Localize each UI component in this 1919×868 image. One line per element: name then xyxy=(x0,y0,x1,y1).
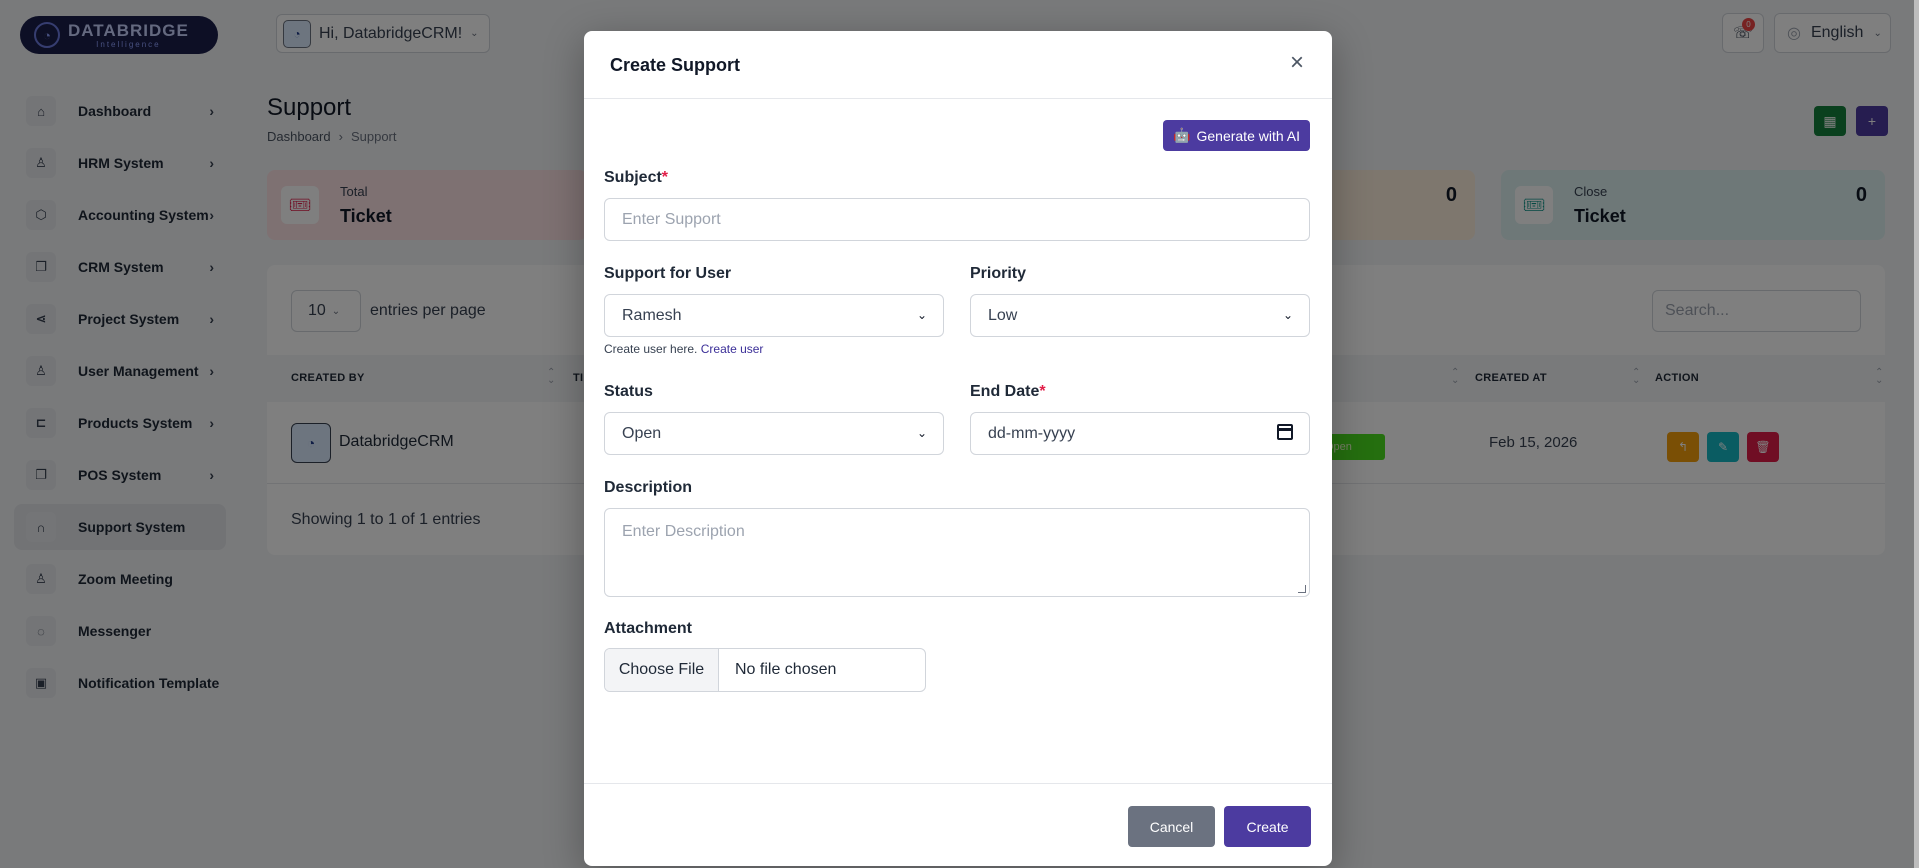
choose-file-button[interactable]: Choose File xyxy=(605,649,719,691)
modal-title: Create Support xyxy=(610,55,741,75)
description-textarea[interactable]: Enter Description xyxy=(604,508,1310,597)
end-date-label: End Date* xyxy=(970,383,1046,400)
description-label: Description xyxy=(604,479,693,496)
status-value: Open xyxy=(622,424,662,442)
subject-label: Subject* xyxy=(604,169,669,186)
support-user-label: Support for User xyxy=(604,265,732,282)
resize-handle[interactable] xyxy=(1298,585,1306,593)
end-date-placeholder: dd-mm-yyyy xyxy=(988,424,1076,442)
chevron-down-icon: ⌄ xyxy=(1282,308,1293,322)
subject-input[interactable]: Enter Support xyxy=(604,198,1310,241)
status-label: Status xyxy=(604,383,653,400)
robot-icon: 🤖 xyxy=(1173,127,1191,143)
support-user-select[interactable]: Ramesh ⌄ xyxy=(604,294,944,337)
calendar-icon[interactable] xyxy=(1277,424,1293,440)
chevron-down-icon: ⌄ xyxy=(916,308,927,322)
modal-footer: Cancel Create xyxy=(584,783,1332,866)
create-button[interactable]: Create xyxy=(1224,806,1311,847)
description-placeholder: Enter Description xyxy=(622,523,745,540)
cancel-button[interactable]: Cancel xyxy=(1128,806,1215,847)
generate-ai-button[interactable]: 🤖 Generate with AI xyxy=(1163,120,1310,151)
attachment-label: Attachment xyxy=(604,620,693,637)
file-status: No file chosen xyxy=(735,661,837,678)
generate-ai-label: Generate with AI xyxy=(1196,127,1300,144)
close-icon[interactable]: × xyxy=(1284,51,1310,77)
create-user-link[interactable]: Create user xyxy=(701,342,764,356)
priority-value: Low xyxy=(988,306,1018,324)
hint-text: Create user here. xyxy=(604,342,698,356)
priority-select[interactable]: Low ⌄ xyxy=(970,294,1310,337)
end-date-input[interactable]: dd-mm-yyyy xyxy=(970,412,1310,455)
create-user-hint: Create user here. Create user xyxy=(604,342,763,356)
scrollbar[interactable] xyxy=(1914,0,1919,868)
status-select[interactable]: Open ⌄ xyxy=(604,412,944,455)
create-support-modal: Create Support × 🤖 Generate with AI Subj… xyxy=(584,31,1332,866)
chevron-down-icon: ⌄ xyxy=(916,426,927,440)
attachment-input[interactable]: Choose File No file chosen xyxy=(604,648,926,692)
support-user-value: Ramesh xyxy=(622,306,682,324)
priority-label: Priority xyxy=(970,265,1027,282)
